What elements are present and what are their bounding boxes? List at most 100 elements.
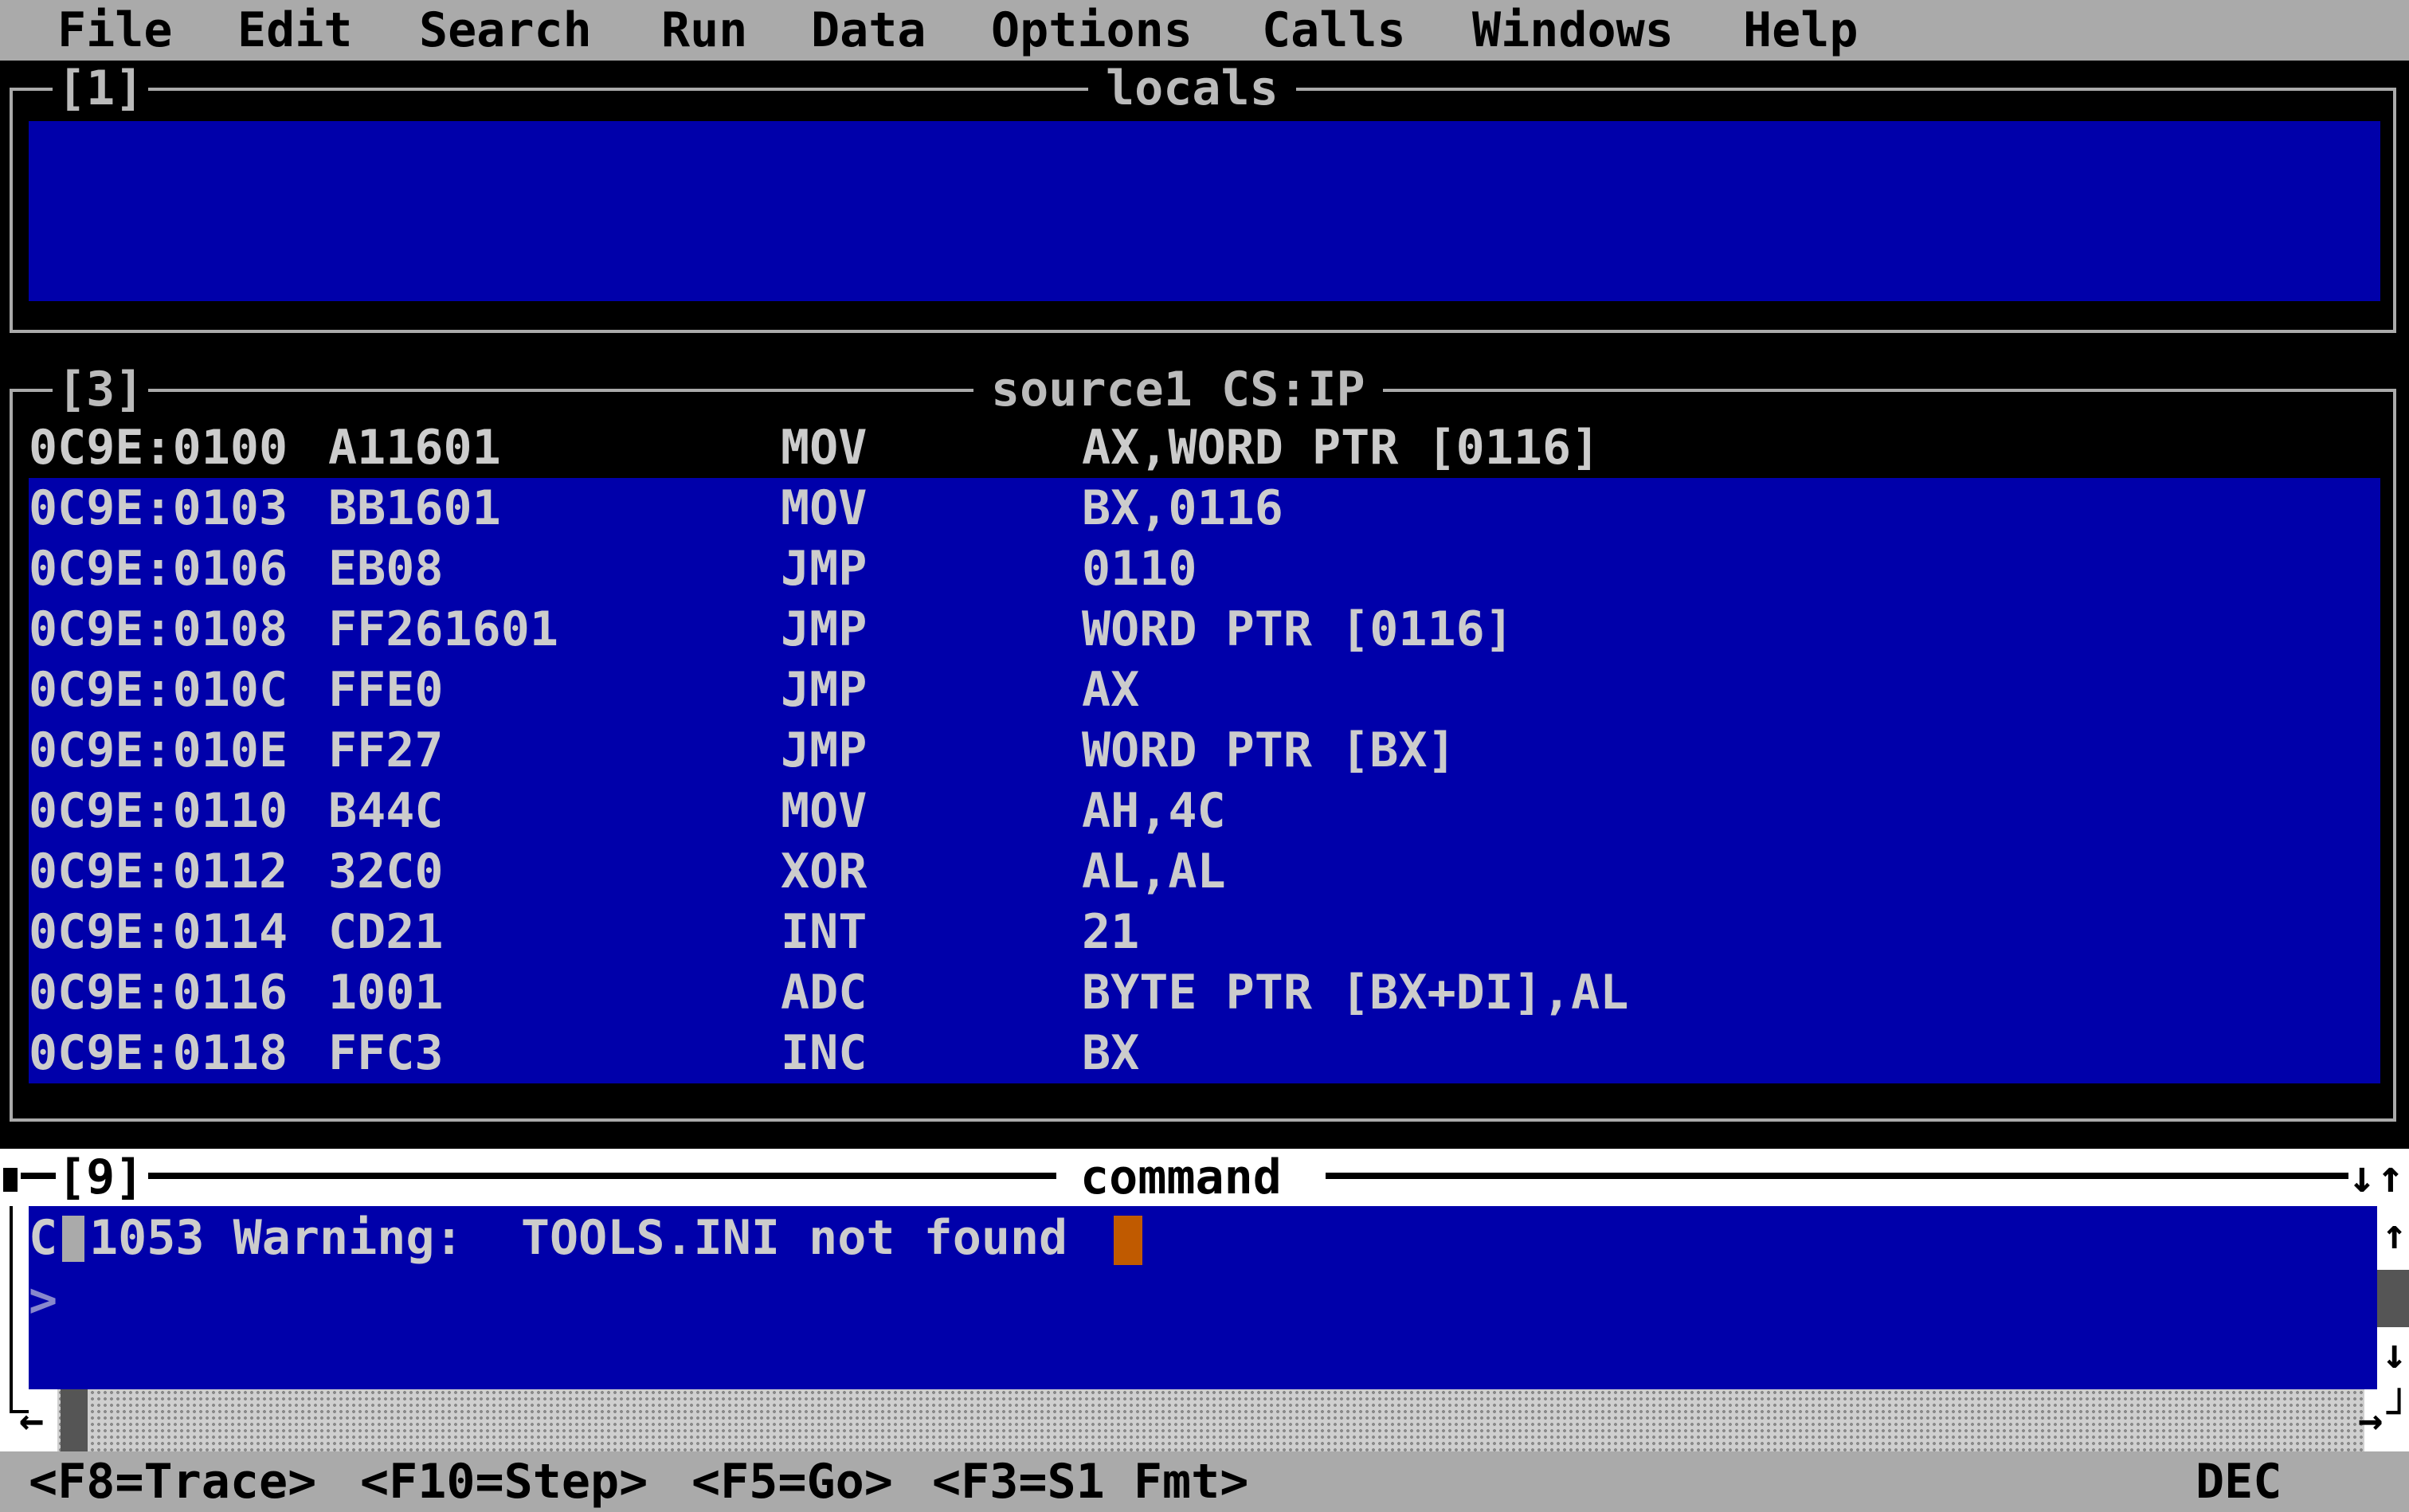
command-output[interactable]: C 1053 Warning: TOOLS.INI not found >	[29, 1206, 2377, 1389]
status-source-format[interactable]: <F3=S1 Fmt>	[932, 1451, 1248, 1512]
row-bytes: A11601	[328, 420, 501, 476]
source-row[interactable]: 0C9E:0103 BB1601 MOV BX,0116	[29, 478, 2380, 539]
row-address: 0C9E:0108	[29, 601, 288, 657]
row-address: 0C9E:0110	[29, 783, 288, 839]
row-mnemonic: ADC	[781, 965, 868, 1020]
row-address: 0C9E:010E	[29, 723, 288, 778]
command-window-title: command	[1080, 1150, 1282, 1205]
row-operands: WORD PTR [0116]	[1082, 601, 1514, 657]
row-address: 0C9E:0106	[29, 541, 288, 597]
status-go[interactable]: <F5=Go>	[691, 1451, 893, 1512]
menu-help[interactable]: Help	[1743, 0, 1859, 61]
scrollbar-track[interactable]	[57, 1389, 2364, 1451]
row-bytes: FFC3	[328, 1025, 444, 1081]
row-address: 0C9E:0103	[29, 480, 288, 536]
scroll-right-icon[interactable]: →	[2358, 1389, 2383, 1451]
locals-window-title: locals	[1088, 61, 1296, 116]
row-mnemonic: XOR	[781, 844, 868, 899]
row-mnemonic: JMP	[781, 723, 868, 778]
row-bytes: EB08	[328, 541, 444, 597]
radix-indicator: DEC	[2196, 1454, 2282, 1510]
status-bar: <F8=Trace> <F10=Step> <F5=Go> <F3=S1 Fmt…	[0, 1451, 2409, 1512]
row-operands: WORD PTR [BX]	[1082, 723, 1456, 778]
row-operands: AX	[1082, 662, 1140, 718]
source-row[interactable]: 0C9E:0110 B44C MOV AH,4C	[29, 781, 2380, 841]
row-bytes: CD21	[328, 904, 444, 960]
row-operands: BX,0116	[1082, 480, 1283, 536]
menu-run[interactable]: Run	[661, 0, 747, 61]
command-window-header: [9] command ↓ ↑	[0, 1149, 2409, 1206]
source-row[interactable]: 0C9E:0112 32C0 XOR AL,AL	[29, 841, 2380, 902]
menu-search[interactable]: Search	[419, 0, 592, 61]
row-address: 0C9E:010C	[29, 662, 288, 718]
maximize-icon[interactable]: ↑	[2377, 1149, 2404, 1206]
row-bytes: B44C	[328, 783, 444, 839]
source-window[interactable]: [3] source1 CS:IP 0C9E:0100 A11601 MOV AX,W…	[0, 362, 2409, 1126]
row-mnemonic: JMP	[781, 601, 868, 657]
row-bytes: 1001	[328, 965, 444, 1020]
text-cursor-block	[62, 1216, 84, 1262]
scroll-left-icon[interactable]: ←	[19, 1389, 44, 1451]
row-bytes: 32C0	[328, 844, 444, 899]
source-row[interactable]: 0C9E:010E FF27 JMP WORD PTR [BX]	[29, 720, 2380, 781]
source-row[interactable]: 0C9E:0106 EB08 JMP 0110	[29, 539, 2380, 599]
status-step[interactable]: <F10=Step>	[360, 1451, 648, 1512]
warning-message: 1053 Warning: TOOLS.INI not found	[89, 1210, 1068, 1266]
row-operands: 21	[1082, 904, 1140, 960]
scroll-up-icon[interactable]: ↑	[2382, 1206, 2407, 1263]
locals-window[interactable]: [1] locals	[0, 61, 2409, 347]
row-mnemonic: MOV	[781, 480, 868, 536]
row-operands: AH,4C	[1082, 783, 1226, 839]
row-operands: 0110	[1082, 541, 1197, 597]
minimize-icon[interactable]: ↓	[2348, 1149, 2376, 1206]
row-operands: BYTE PTR [BX+DI],AL	[1082, 965, 1629, 1020]
source-row[interactable]: 0C9E:0114 CD21 INT 21	[29, 902, 2380, 962]
source-window-title: source1 CS:IP	[973, 362, 1383, 417]
row-address: 0C9E:0116	[29, 965, 288, 1020]
scrollbar-thumb[interactable]	[2377, 1270, 2409, 1327]
source-row[interactable]: 0C9E:0118 FFC3 INC BX	[29, 1023, 2380, 1083]
status-trace[interactable]: <F8=Trace>	[29, 1451, 316, 1512]
scroll-down-icon[interactable]: ↓	[2382, 1326, 2407, 1383]
menu-windows[interactable]: Windows	[1472, 0, 1674, 61]
menu-bar: File Edit Search Run Data Options Calls …	[0, 0, 2409, 61]
warning-prefix: C	[29, 1210, 58, 1266]
row-bytes: FF27	[328, 723, 444, 778]
row-bytes: BB1601	[328, 480, 501, 536]
resize-corner-icon[interactable]: ┘	[2387, 1389, 2409, 1437]
command-window-number[interactable]: [9]	[57, 1149, 143, 1206]
locals-content[interactable]	[29, 121, 2380, 301]
row-address: 0C9E:0118	[29, 1025, 288, 1081]
horizontal-scrollbar-thumb[interactable]	[61, 1389, 88, 1451]
locals-window-number[interactable]: [1]	[53, 61, 149, 116]
menu-file[interactable]: File	[57, 0, 173, 61]
row-operands: AX,WORD PTR [0116]	[1082, 420, 1600, 476]
row-bytes: FF261601	[328, 601, 558, 657]
source-row[interactable]: 0C9E:0116 1001 ADC BYTE PTR [BX+DI],AL	[29, 962, 2380, 1023]
row-operands: BX	[1082, 1025, 1140, 1081]
row-mnemonic: MOV	[781, 783, 868, 839]
row-mnemonic: JMP	[781, 541, 868, 597]
command-horizontal-scrollbar[interactable]: ← → ┘	[19, 1389, 2409, 1451]
row-address: 0C9E:0112	[29, 844, 288, 899]
source-row[interactable]: 0C9E:0108 FF261601 JMP WORD PTR [0116]	[29, 599, 2380, 660]
menu-calls[interactable]: Calls	[1262, 0, 1406, 61]
insertion-cursor	[1114, 1216, 1142, 1265]
source-row[interactable]: 0C9E:0100 A11601 MOV AX,WORD PTR [0116]	[29, 417, 2380, 478]
row-mnemonic: JMP	[781, 662, 868, 718]
source-window-number[interactable]: [3]	[53, 362, 149, 417]
row-address: 0C9E:0100	[29, 420, 288, 476]
row-bytes: FFE0	[328, 662, 444, 718]
command-vertical-scrollbar[interactable]: ↑ ↓	[2377, 1206, 2409, 1413]
row-address: 0C9E:0114	[29, 904, 288, 960]
source-row[interactable]: 0C9E:010C FFE0 JMP AX	[29, 660, 2380, 720]
row-mnemonic: INC	[781, 1025, 868, 1081]
close-box-icon[interactable]	[3, 1168, 18, 1192]
menu-options[interactable]: Options	[991, 0, 1193, 61]
row-operands: AL,AL	[1082, 844, 1226, 899]
menu-edit[interactable]: Edit	[237, 0, 353, 61]
row-mnemonic: INT	[781, 904, 868, 960]
command-prompt[interactable]: >	[29, 1270, 57, 1330]
row-mnemonic: MOV	[781, 420, 868, 476]
menu-data[interactable]: Data	[811, 0, 926, 61]
